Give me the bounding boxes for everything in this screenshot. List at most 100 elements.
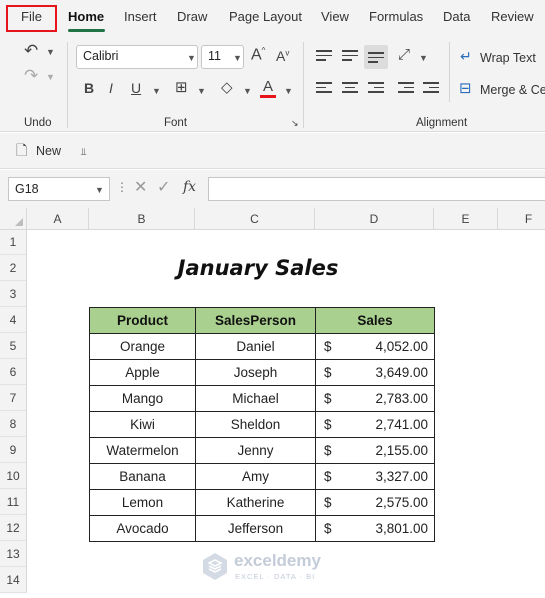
- cell-salesperson[interactable]: Michael: [195, 385, 316, 412]
- row-header-3[interactable]: 3: [0, 281, 27, 307]
- more-options-icon[interactable]: ⋮: [116, 181, 128, 193]
- font-name-dropdown-icon[interactable]: ▼: [187, 53, 196, 63]
- underline-dropdown-icon[interactable]: ▼: [152, 86, 161, 96]
- column-header-c[interactable]: C: [195, 208, 315, 230]
- undo-icon[interactable]: ↶: [24, 42, 38, 59]
- redo-icon[interactable]: ↷: [24, 67, 38, 84]
- formula-input[interactable]: [208, 177, 545, 201]
- cell-sales[interactable]: $2,155.00: [315, 437, 435, 464]
- merge-center-button[interactable]: Merge & Ce: [480, 83, 545, 97]
- cell-salesperson[interactable]: Daniel: [195, 333, 316, 360]
- cell-product[interactable]: Watermelon: [89, 437, 196, 464]
- tab-insert[interactable]: Insert: [124, 9, 157, 24]
- customize-toolbar-icon[interactable]: ⫫: [81, 147, 87, 158]
- row-header-11[interactable]: 11: [0, 489, 27, 515]
- tab-review[interactable]: Review: [491, 9, 534, 24]
- cell-product[interactable]: Mango: [89, 385, 196, 412]
- increase-indent-icon[interactable]: [423, 82, 439, 96]
- new-button[interactable]: New: [36, 144, 61, 158]
- header-sales[interactable]: Sales: [315, 307, 435, 334]
- row-header-9[interactable]: 9: [0, 437, 27, 463]
- row-header-4[interactable]: 4: [0, 307, 27, 333]
- row-header-2[interactable]: 2: [0, 255, 27, 281]
- cell-product[interactable]: Lemon: [89, 489, 196, 516]
- decrease-indent-icon[interactable]: [398, 82, 414, 96]
- fill-color-dropdown-icon[interactable]: ▼: [243, 86, 252, 96]
- align-top-icon[interactable]: [316, 50, 332, 64]
- cell-product[interactable]: Avocado: [89, 515, 196, 542]
- font-color-icon[interactable]: A: [263, 79, 273, 94]
- cell-product[interactable]: Kiwi: [89, 411, 196, 438]
- orientation-dropdown-icon[interactable]: ▼: [419, 53, 428, 63]
- name-box-dropdown-icon[interactable]: ▼: [95, 185, 104, 195]
- borders-icon[interactable]: ⊞: [175, 80, 188, 95]
- cell-salesperson[interactable]: Joseph: [195, 359, 316, 386]
- cell-sales[interactable]: $2,741.00: [315, 411, 435, 438]
- row-header-7[interactable]: 7: [0, 385, 27, 411]
- tab-home[interactable]: Home: [68, 9, 104, 24]
- cell-sales[interactable]: $3,649.00: [315, 359, 435, 386]
- header-salesperson[interactable]: SalesPerson: [195, 307, 316, 334]
- underline-icon[interactable]: U: [131, 81, 141, 95]
- tab-data[interactable]: Data: [443, 9, 470, 24]
- wrap-text-icon[interactable]: ↵: [460, 49, 472, 63]
- tab-page-layout[interactable]: Page Layout: [229, 9, 302, 24]
- row-header-5[interactable]: 5: [0, 333, 27, 359]
- decrease-font-size-icon[interactable]: Av: [276, 49, 289, 63]
- row-header-1[interactable]: 1: [0, 230, 27, 255]
- orientation-icon[interactable]: ⤢: [398, 47, 410, 62]
- row-header-6[interactable]: 6: [0, 359, 27, 385]
- italic-icon[interactable]: I: [109, 81, 113, 95]
- column-header-e[interactable]: E: [434, 208, 498, 230]
- borders-dropdown-icon[interactable]: ▼: [197, 86, 206, 96]
- column-header-a[interactable]: A: [27, 208, 89, 230]
- align-right-icon[interactable]: [368, 82, 384, 96]
- cell-sales[interactable]: $2,783.00: [315, 385, 435, 412]
- insert-function-icon[interactable]: fx: [183, 180, 196, 194]
- font-dialog-launcher-icon[interactable]: ↘: [291, 119, 299, 128]
- bold-icon[interactable]: B: [84, 81, 94, 95]
- cell-sales[interactable]: $4,052.00: [315, 333, 435, 360]
- select-all-corner[interactable]: [0, 208, 27, 230]
- tab-formulas[interactable]: Formulas: [369, 9, 423, 24]
- row-header-13[interactable]: 13: [0, 541, 27, 567]
- row-header-10[interactable]: 10: [0, 463, 27, 489]
- cell-product[interactable]: Banana: [89, 463, 196, 490]
- tab-draw[interactable]: Draw: [177, 9, 207, 24]
- undo-dropdown-icon[interactable]: ▼: [46, 47, 55, 57]
- cell-product[interactable]: Orange: [89, 333, 196, 360]
- merge-center-icon[interactable]: ⊟: [459, 81, 472, 96]
- cell-salesperson[interactable]: Sheldon: [195, 411, 316, 438]
- font-color-dropdown-icon[interactable]: ▼: [284, 86, 293, 96]
- redo-dropdown-icon[interactable]: ▼: [46, 72, 55, 82]
- align-center-icon[interactable]: [342, 82, 358, 96]
- column-header-f[interactable]: F: [498, 208, 545, 230]
- align-bottom-icon[interactable]: [368, 52, 384, 66]
- cell-salesperson[interactable]: Katherine: [195, 489, 316, 516]
- cell-sales[interactable]: $3,327.00: [315, 463, 435, 490]
- align-middle-icon[interactable]: [342, 50, 358, 64]
- cell-salesperson[interactable]: Jenny: [195, 437, 316, 464]
- cell-sales[interactable]: $2,575.00: [315, 489, 435, 516]
- increase-font-size-icon[interactable]: A^: [251, 47, 265, 63]
- fill-color-icon[interactable]: ◇: [221, 80, 233, 95]
- row-header-8[interactable]: 8: [0, 411, 27, 437]
- font-size-dropdown-icon[interactable]: ▼: [233, 53, 242, 63]
- column-header-d[interactable]: D: [315, 208, 434, 230]
- ribbon-tab-bar: File Home Insert Draw Page Layout View F…: [0, 0, 545, 36]
- cell-sales[interactable]: $3,801.00: [315, 515, 435, 542]
- confirm-entry-icon[interactable]: ✓: [157, 180, 170, 196]
- row-header-12[interactable]: 12: [0, 515, 27, 541]
- wrap-text-button[interactable]: Wrap Text: [480, 51, 536, 65]
- cell-salesperson[interactable]: Amy: [195, 463, 316, 490]
- header-product[interactable]: Product: [89, 307, 196, 334]
- tab-view[interactable]: View: [321, 9, 349, 24]
- cell-product[interactable]: Apple: [89, 359, 196, 386]
- cell-salesperson[interactable]: Jefferson: [195, 515, 316, 542]
- cancel-entry-icon[interactable]: ✕: [134, 180, 147, 196]
- row-header-14[interactable]: 14: [0, 567, 27, 593]
- align-left-icon[interactable]: [316, 82, 332, 96]
- font-name-select[interactable]: Calibri: [76, 45, 198, 69]
- new-document-icon[interactable]: 🗋: [16, 143, 27, 157]
- column-header-b[interactable]: B: [89, 208, 195, 230]
